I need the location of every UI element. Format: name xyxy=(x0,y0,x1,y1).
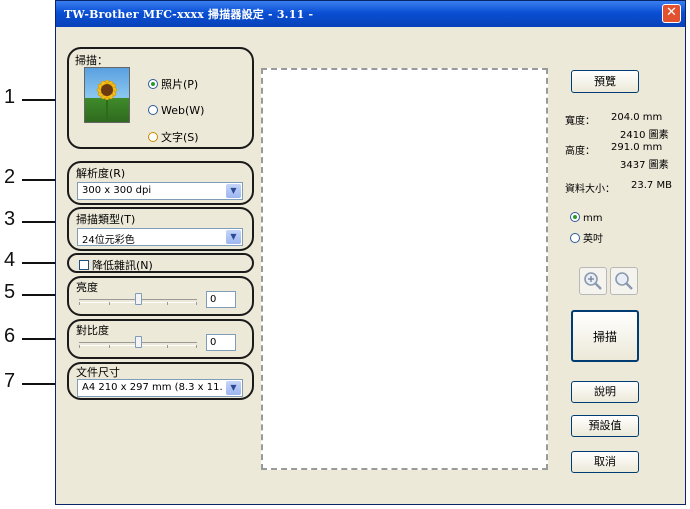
noise-reduction-label: 降低雜訊(N) xyxy=(92,259,153,272)
radio-web-label: Web(W) xyxy=(161,104,205,117)
callout-1: 1 xyxy=(4,86,16,108)
unit-mm-label: mm xyxy=(583,213,603,224)
contrast-group: 對比度 0 xyxy=(67,319,254,359)
radio-text-label: 文字(S) xyxy=(161,131,199,144)
zoom-in-icon xyxy=(584,272,602,290)
radio-text[interactable]: 文字(S) xyxy=(148,129,199,145)
brightness-tick xyxy=(109,302,110,305)
data-size-label: 資料大小： xyxy=(565,184,615,195)
resolution-label: 解析度(R) xyxy=(76,167,126,180)
resolution-group: 解析度(R) 300 x 300 dpi ▼ xyxy=(67,161,254,205)
preview-button[interactable]: 預覽 xyxy=(571,70,639,93)
callout-7: 7 xyxy=(4,370,16,392)
height-mm: 291.0 mm xyxy=(611,142,663,153)
close-icon: ✕ xyxy=(666,5,677,20)
chevron-down-icon[interactable]: ▼ xyxy=(226,230,241,244)
data-size-value: 23.7 MB xyxy=(631,180,672,191)
callout-2: 2 xyxy=(4,166,16,188)
unit-inch-label: 英吋 xyxy=(583,234,603,245)
zoom-in-button[interactable] xyxy=(579,267,607,295)
chevron-down-icon[interactable]: ▼ xyxy=(226,381,241,395)
unit-radio-mm[interactable]: mm xyxy=(570,212,602,224)
unit-radio-inch[interactable]: 英吋 xyxy=(570,230,603,245)
contrast-tick xyxy=(167,345,168,348)
scan-type-group: 掃描類型(T) 24位元彩色 ▼ xyxy=(67,207,254,251)
brightness-tick xyxy=(167,302,168,305)
scan-mode-label: 掃描： xyxy=(75,54,108,67)
brightness-tick xyxy=(196,302,197,305)
cancel-button[interactable]: 取消 xyxy=(571,451,639,473)
radio-web-dot[interactable] xyxy=(148,105,158,115)
scan-type-value: 24位元彩色 xyxy=(82,235,135,246)
document-size-select[interactable]: A4 210 x 297 mm (8.3 x 11. ▼ xyxy=(77,379,243,397)
brightness-group: 亮度 0 xyxy=(67,276,254,316)
scan-type-select[interactable]: 24位元彩色 ▼ xyxy=(77,228,243,246)
document-size-value: A4 210 x 297 mm (8.3 x 11. xyxy=(82,382,223,393)
zoom-out-icon xyxy=(615,272,633,290)
radio-web[interactable]: Web(W) xyxy=(148,104,204,117)
noise-reduction-group: 降低雜訊(N) xyxy=(67,253,254,273)
width-pixels: 2410 圖素 xyxy=(620,130,669,141)
window-title: TW-Brother MFC-xxxx 掃描器設定 - 3.11 - xyxy=(64,8,314,21)
callout-4: 4 xyxy=(4,249,16,271)
resolution-value: 300 x 300 dpi xyxy=(82,185,152,196)
noise-reduction-checkbox[interactable] xyxy=(79,260,89,270)
brightness-tick xyxy=(79,302,80,305)
scan-button[interactable]: 掃描 xyxy=(571,310,639,362)
default-button[interactable]: 預設值 xyxy=(571,415,639,437)
contrast-slider-thumb[interactable] xyxy=(135,336,142,348)
callout-3: 3 xyxy=(4,208,16,230)
document-size-label: 文件尺寸 xyxy=(76,366,120,379)
contrast-tick xyxy=(109,345,110,348)
unit-mm-dot[interactable] xyxy=(570,212,580,222)
sunflower-photo-icon xyxy=(84,67,130,123)
document-size-group: 文件尺寸 A4 210 x 297 mm (8.3 x 11. ▼ xyxy=(67,362,254,400)
contrast-label: 對比度 xyxy=(76,324,109,337)
noise-reduction-checkbox-row[interactable]: 降低雜訊(N) xyxy=(79,257,153,273)
contrast-tick xyxy=(196,345,197,348)
width-label: 寬度： xyxy=(565,116,595,127)
close-button[interactable]: ✕ xyxy=(662,4,681,23)
scanner-settings-window: TW-Brother MFC-xxxx 掃描器設定 - 3.11 - ✕ 掃描： xyxy=(55,0,686,505)
radio-photo-label: 照片(P) xyxy=(161,78,199,91)
chevron-down-icon[interactable]: ▼ xyxy=(226,184,241,198)
scan-mode-group: 掃描： 照片(P) Web(W) 文字(S) xyxy=(67,47,254,149)
radio-photo[interactable]: 照片(P) xyxy=(148,76,198,92)
brightness-label: 亮度 xyxy=(76,281,98,294)
width-mm: 204.0 mm xyxy=(611,112,663,123)
radio-photo-dot[interactable] xyxy=(148,79,158,89)
unit-inch-dot[interactable] xyxy=(570,233,580,243)
callout-5: 5 xyxy=(4,281,16,303)
callout-6: 6 xyxy=(4,325,16,347)
scan-type-label: 掃描類型(T) xyxy=(76,213,136,226)
resolution-select[interactable]: 300 x 300 dpi ▼ xyxy=(77,182,243,200)
title-bar[interactable]: TW-Brother MFC-xxxx 掃描器設定 - 3.11 - ✕ xyxy=(56,1,685,27)
brightness-value-input[interactable]: 0 xyxy=(206,291,236,308)
contrast-value-input[interactable]: 0 xyxy=(206,334,236,351)
height-label: 高度： xyxy=(565,146,595,157)
brightness-slider-thumb[interactable] xyxy=(135,293,142,305)
contrast-tick xyxy=(79,345,80,348)
radio-text-dot[interactable] xyxy=(148,132,158,142)
zoom-out-button[interactable] xyxy=(610,267,638,295)
help-button[interactable]: 說明 xyxy=(571,381,639,403)
height-pixels: 3437 圖素 xyxy=(620,160,669,171)
preview-area[interactable] xyxy=(261,68,548,470)
